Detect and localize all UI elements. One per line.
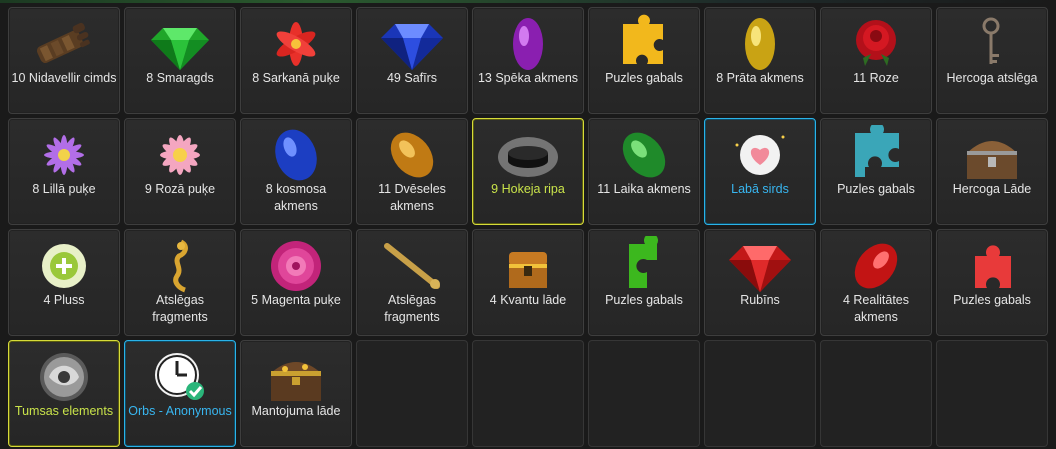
inventory-slot[interactable]: 9 Hokeja ripa: [472, 118, 584, 225]
item-label: Puzles gabals: [605, 293, 683, 307]
emerald-gem-icon: [145, 14, 215, 74]
item-label: Orbs - Anonymous: [128, 404, 232, 418]
key-fragment-gold-icon: [145, 236, 215, 296]
item-label: Puzles gabals: [605, 71, 683, 85]
item-label: 11 Roze: [853, 71, 899, 85]
puzzle-piece-teal-icon: [841, 125, 911, 185]
magenta-flower-icon: [261, 236, 331, 296]
plus-orb-icon: [29, 236, 99, 296]
inventory-slot[interactable]: 11 Dvēseles akmens: [356, 118, 468, 225]
gauntlet-icon: [29, 14, 99, 74]
item-label: 4 Kvantu lāde: [489, 293, 567, 307]
item-label: Hercoga atslēga: [946, 71, 1038, 85]
inventory-slot[interactable]: Orbs - Anonymous: [124, 340, 236, 447]
mind-stone-icon: [725, 14, 795, 74]
item-label: Hercoga Lāde: [952, 182, 1032, 196]
inventory-slot[interactable]: 9 Rozā puķe: [124, 118, 236, 225]
inventory-slot[interactable]: Hercoga atslēga: [936, 7, 1048, 114]
empty-slot: [820, 340, 932, 447]
ruby-gem-icon: [725, 236, 795, 296]
inventory-slot[interactable]: 4 Kvantu lāde: [472, 229, 584, 336]
time-stone-icon: [609, 125, 679, 185]
hockey-puck-icon: [493, 125, 563, 185]
item-label: 11 Dvēseles akmens: [378, 182, 446, 213]
puzzle-piece-green-icon: [609, 236, 679, 296]
top-accent-bar: [0, 0, 1056, 3]
sapphire-gem-icon: [377, 14, 447, 74]
duke-key-icon: [957, 14, 1027, 74]
empty-slot: [704, 340, 816, 447]
inventory-slot[interactable]: Rubīns: [704, 229, 816, 336]
space-stone-icon: [261, 125, 331, 185]
item-label: 13 Spēka akmens: [477, 71, 579, 85]
item-label: 49 Safīrs: [386, 71, 438, 85]
inventory-slot[interactable]: 49 Safīrs: [356, 7, 468, 114]
item-label: 8 Lillā puķe: [32, 182, 96, 196]
puzzle-piece-yellow-icon: [609, 14, 679, 74]
item-label: Rubīns: [740, 293, 780, 307]
inventory-slot[interactable]: Puzles gabals: [588, 229, 700, 336]
heart-bubble-icon: [725, 125, 795, 185]
item-label: Labā sirds: [731, 182, 789, 196]
inventory-slot[interactable]: 13 Spēka akmens: [472, 7, 584, 114]
soul-stone-icon: [377, 125, 447, 185]
item-label: 10 Nidavellir cimds: [11, 71, 117, 85]
item-label: Puzles gabals: [953, 293, 1031, 307]
item-label: 8 Prāta akmens: [716, 71, 804, 85]
inventory-slot[interactable]: Puzles gabals: [936, 229, 1048, 336]
rose-icon: [841, 14, 911, 74]
inventory-slot[interactable]: 4 Realitātes akmens: [820, 229, 932, 336]
item-label: 9 Hokeja ripa: [491, 182, 565, 196]
inventory-slot[interactable]: 8 Prāta akmens: [704, 7, 816, 114]
inventory-slot[interactable]: Labā sirds: [704, 118, 816, 225]
inventory-slot[interactable]: Atslēgas fragments: [356, 229, 468, 336]
item-label: Atslēgas fragments: [152, 293, 208, 324]
item-label: 8 kosmosa akmens: [265, 182, 327, 213]
pink-flower-icon: [145, 125, 215, 185]
item-label: 8 Sarkanā puķe: [252, 71, 340, 85]
item-label: 9 Rozā puķe: [144, 182, 216, 196]
quantum-chest-icon: [493, 236, 563, 296]
inventory-slot[interactable]: 11 Roze: [820, 7, 932, 114]
inventory-slot[interactable]: 10 Nidavellir cimds: [8, 7, 120, 114]
inventory-slot[interactable]: 11 Laika akmens: [588, 118, 700, 225]
lilac-flower-icon: [29, 125, 99, 185]
inventory-slot[interactable]: Puzles gabals: [820, 118, 932, 225]
item-label: 8 Smaragds: [146, 71, 214, 85]
inventory-slot[interactable]: Atslēgas fragments: [124, 229, 236, 336]
item-label: 4 Realitātes akmens: [842, 293, 909, 324]
empty-slot: [588, 340, 700, 447]
empty-slot: [356, 340, 468, 447]
item-label: 5 Magenta puķe: [251, 293, 341, 307]
inventory-slot[interactable]: Mantojuma lāde: [240, 340, 352, 447]
item-label: 11 Laika akmens: [597, 182, 691, 196]
empty-slot: [936, 340, 1048, 447]
inventory-slot[interactable]: Hercoga Lāde: [936, 118, 1048, 225]
clock-check-icon: [145, 347, 215, 407]
inventory-slot[interactable]: 5 Magenta puķe: [240, 229, 352, 336]
inventory-slot[interactable]: 8 Lillā puķe: [8, 118, 120, 225]
item-label: Tumsas elements: [14, 404, 114, 418]
item-label: Mantojuma lāde: [251, 404, 341, 418]
inventory-slot[interactable]: Puzles gabals: [588, 7, 700, 114]
inventory-slot[interactable]: 8 Smaragds: [124, 7, 236, 114]
inventory-slot[interactable]: Tumsas elements: [8, 340, 120, 447]
inventory-slot[interactable]: 8 Sarkanā puķe: [240, 7, 352, 114]
duke-chest-icon: [957, 125, 1027, 185]
item-label: Atslēgas fragments: [384, 293, 440, 324]
power-stone-icon: [493, 14, 563, 74]
item-label: 4 Pluss: [43, 293, 85, 307]
treasure-chest-icon: [261, 347, 331, 407]
red-lily-icon: [261, 14, 331, 74]
darkness-orb-icon: [29, 347, 99, 407]
inventory-grid: 10 Nidavellir cimds 8 Smaragds 8 Sarkanā p…: [8, 7, 1048, 447]
item-label: Puzles gabals: [837, 182, 915, 196]
key-fragment-rod-icon: [377, 236, 447, 296]
inventory-slot[interactable]: 4 Pluss: [8, 229, 120, 336]
puzzle-piece-red-icon: [957, 236, 1027, 296]
inventory-slot[interactable]: 8 kosmosa akmens: [240, 118, 352, 225]
empty-slot: [472, 340, 584, 447]
reality-stone-icon: [841, 236, 911, 296]
